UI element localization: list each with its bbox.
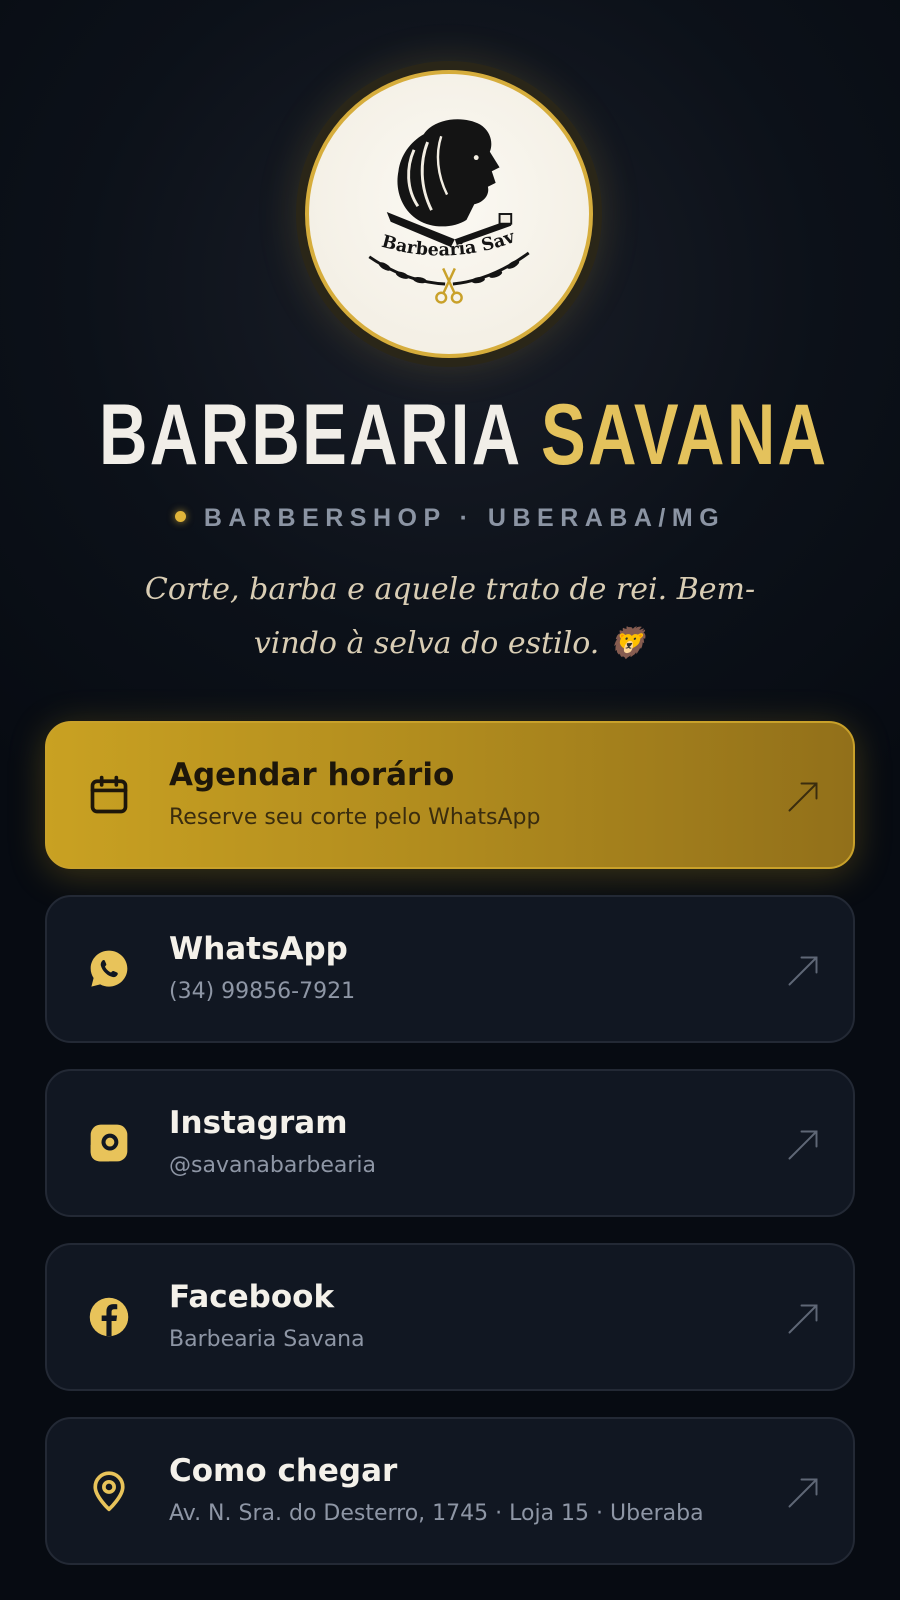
avatar: Barbearia Savana xyxy=(296,61,602,367)
arrow-up-right-icon xyxy=(785,779,821,815)
instagram-icon xyxy=(87,1121,131,1165)
link-subtitle: Av. N. Sra. do Desterro, 1745 · Loja 15 … xyxy=(169,1501,704,1526)
link-subtitle: (34) 99856-7921 xyxy=(169,979,356,1004)
link-label: Como chegar xyxy=(169,1453,398,1489)
link-page: Barbearia Savana BARBEARIA SAVANA xyxy=(0,0,900,1600)
link-label: Instagram xyxy=(169,1105,348,1141)
arrow-up-right-icon xyxy=(785,1475,821,1511)
link-subtitle: Barbearia Savana xyxy=(169,1327,365,1352)
status-dot-icon xyxy=(174,511,186,523)
tagline-text: BARBERSHOP · UBERABA/MG xyxy=(203,504,726,532)
calendar-icon xyxy=(87,773,131,817)
link-subtitle: Reserve seu corte pelo WhatsApp xyxy=(169,805,541,830)
tagline: BARBERSHOP · UBERABA/MG xyxy=(0,500,900,536)
whatsapp-icon xyxy=(87,947,131,991)
link-instagram[interactable]: Instagram @savanabarbearia xyxy=(45,1069,855,1217)
arrow-up-right-icon xyxy=(785,1301,821,1337)
bio-text: Corte, barba e aquele trato de rei. Bem-… xyxy=(144,572,756,661)
link-facebook[interactable]: Facebook Barbearia Savana xyxy=(45,1243,855,1391)
arrow-up-right-icon xyxy=(785,1127,821,1163)
link-label: Facebook xyxy=(169,1279,335,1315)
facebook-icon xyxy=(87,1295,131,1339)
link-label: WhatsApp xyxy=(169,931,348,967)
link-como-chegar[interactable]: Como chegar Av. N. Sra. do Desterro, 174… xyxy=(45,1417,855,1565)
link-whatsapp[interactable]: WhatsApp (34) 99856-7921 xyxy=(45,895,855,1043)
title-main: BARBEARIA xyxy=(99,387,521,483)
page-title: BARBEARIA SAVANA xyxy=(99,385,826,485)
link-agendar-horario[interactable]: Agendar horário Reserve seu corte pelo W… xyxy=(45,721,855,869)
arrow-up-right-icon xyxy=(785,953,821,989)
map-pin-icon xyxy=(87,1469,131,1513)
link-label: Agendar horário xyxy=(169,757,455,793)
lion-logo-icon: Barbearia Savana xyxy=(309,74,530,304)
link-subtitle: @savanabarbearia xyxy=(169,1153,376,1178)
logo-image: Barbearia Savana xyxy=(305,70,593,358)
title-accent: SAVANA xyxy=(541,387,829,483)
